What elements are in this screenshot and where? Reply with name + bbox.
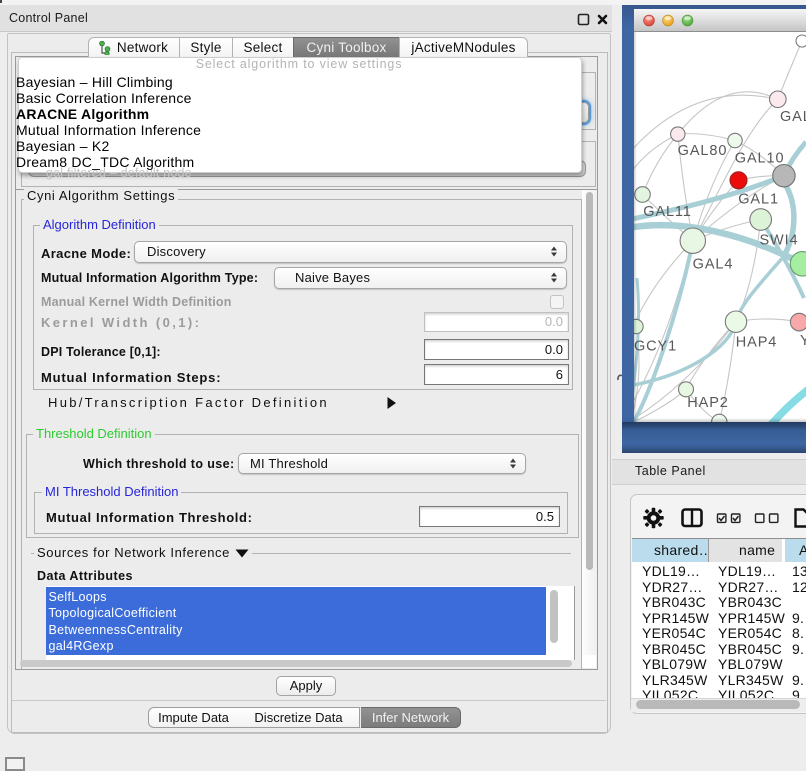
svg-text:HAP4: HAP4 xyxy=(736,335,777,351)
svg-text:HAP2: HAP2 xyxy=(687,395,728,411)
svg-text:GAL4: GAL4 xyxy=(693,257,734,273)
svg-text:SWI4: SWI4 xyxy=(759,233,798,249)
svg-text:GAL10: GAL10 xyxy=(735,151,785,167)
svg-text:GAL7: GAL7 xyxy=(780,109,806,125)
svg-text:GAL1: GAL1 xyxy=(738,192,779,208)
svg-text:YJ: YJ xyxy=(800,333,806,349)
svg-text:GAL80: GAL80 xyxy=(678,143,728,159)
svg-text:GAL11: GAL11 xyxy=(643,204,692,220)
svg-text:GCY1: GCY1 xyxy=(634,339,677,355)
